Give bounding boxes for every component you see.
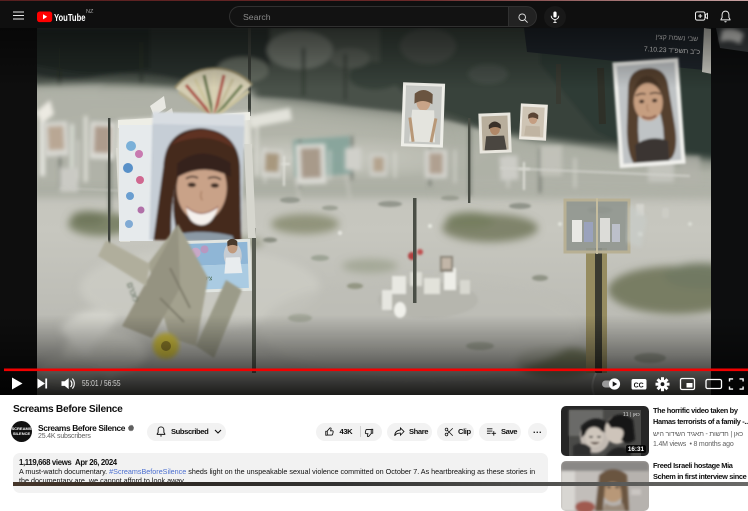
svg-text:55:01 / 56:55: 55:01 / 56:55 — [82, 379, 121, 388]
svg-text:CC: CC — [634, 382, 644, 389]
svg-text:YouTube: YouTube — [54, 12, 86, 22]
svg-text:כאן | 11: כאן | 11 — [623, 412, 640, 418]
